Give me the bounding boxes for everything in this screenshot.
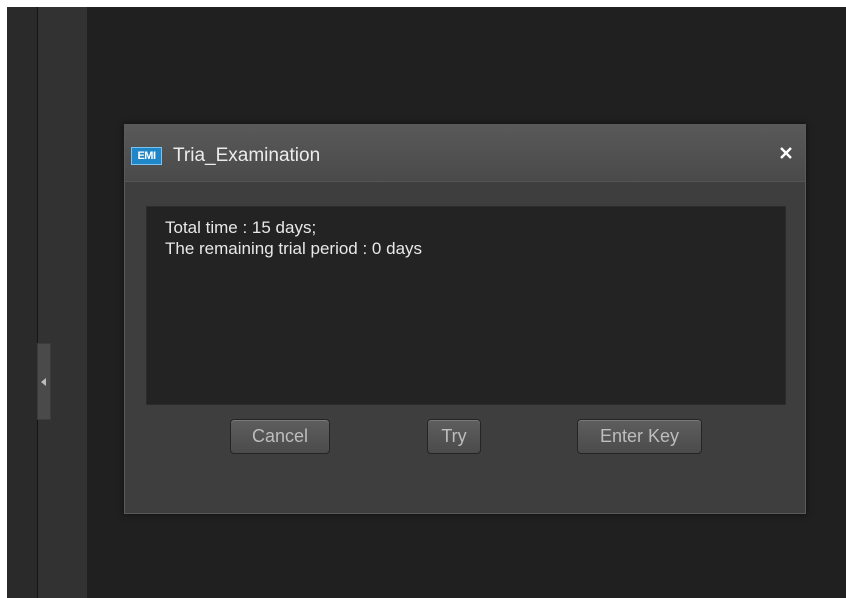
trial-message-box: Total time : 15 days; The remaining tria…: [146, 206, 786, 405]
close-icon: [780, 147, 792, 159]
try-button[interactable]: Try: [427, 419, 481, 454]
chevron-left-icon: [41, 377, 46, 386]
close-button[interactable]: [777, 144, 795, 162]
total-time-text: Total time : 15 days;: [165, 218, 317, 237]
left-rail: [7, 7, 38, 598]
side-panel: [38, 7, 87, 598]
trial-dialog: EMI Tria_Examination Total time : 15 day…: [124, 124, 806, 514]
panel-collapse-handle[interactable]: [37, 343, 51, 420]
enter-key-button[interactable]: Enter Key: [577, 419, 702, 454]
app-window: EMI Tria_Examination Total time : 15 day…: [7, 7, 846, 598]
dialog-title-bar[interactable]: EMI Tria_Examination: [125, 125, 805, 182]
dialog-title: Tria_Examination: [173, 145, 321, 166]
remaining-period-text: The remaining trial period : 0 days: [165, 239, 423, 258]
app-logo-icon: EMI: [131, 147, 162, 165]
cancel-button[interactable]: Cancel: [230, 419, 330, 454]
